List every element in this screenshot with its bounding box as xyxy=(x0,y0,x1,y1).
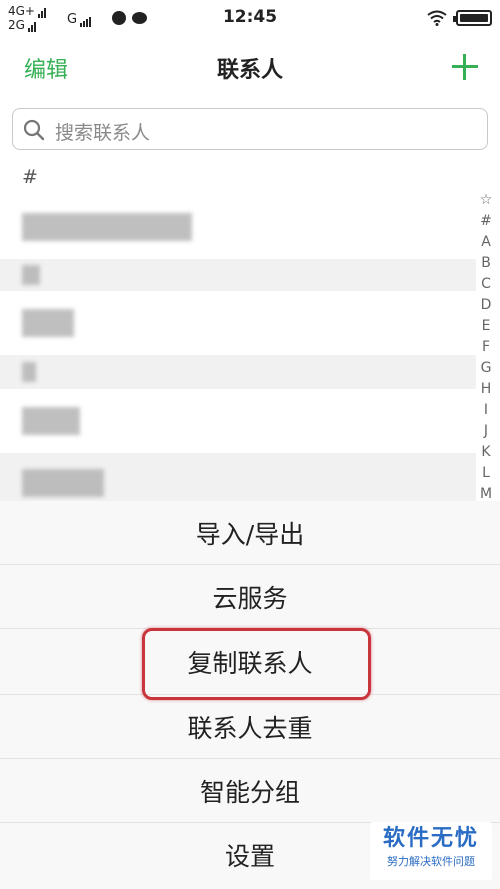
status-bar: 4G+ 2G G 12:45 xyxy=(0,0,500,36)
menu-item-import-export[interactable]: 导入/导出 xyxy=(0,501,500,565)
index-letter[interactable]: G xyxy=(474,358,498,379)
add-contact-button[interactable] xyxy=(450,52,480,82)
watermark-title: 软件无忧 xyxy=(382,826,479,851)
search-placeholder: 搜索联系人 xyxy=(55,122,151,144)
battery-icon xyxy=(453,10,492,26)
index-letter[interactable]: H xyxy=(474,379,498,400)
search-input[interactable]: 搜索联系人 xyxy=(12,108,488,150)
contact-row[interactable] xyxy=(0,195,476,259)
index-letter[interactable]: A xyxy=(474,232,498,253)
contact-row[interactable] xyxy=(0,291,476,355)
contact-row[interactable] xyxy=(0,259,476,291)
app-header: 编辑 联系人 xyxy=(0,36,500,96)
page-title: 联系人 xyxy=(216,58,283,83)
alphabet-index[interactable]: ☆ # A B C D E F G H I J K L M xyxy=(474,190,498,505)
contact-row[interactable] xyxy=(0,453,476,501)
index-letter[interactable]: C xyxy=(474,274,498,295)
index-letter[interactable]: ☆ xyxy=(474,190,498,211)
index-letter[interactable]: B xyxy=(474,253,498,274)
blurred-contact-name xyxy=(22,362,36,382)
search-icon xyxy=(23,119,45,141)
blurred-contact-name xyxy=(22,469,104,497)
menu-item-cloud-service[interactable]: 云服务 xyxy=(0,565,500,629)
menu-item-smart-groups[interactable]: 智能分组 xyxy=(0,759,500,823)
index-letter[interactable]: J xyxy=(474,421,498,442)
section-header: # xyxy=(22,166,38,188)
index-letter[interactable]: L xyxy=(474,463,498,484)
wifi-icon xyxy=(427,10,447,26)
menu-item-dedupe-contacts[interactable]: 联系人去重 xyxy=(0,695,500,759)
index-letter[interactable]: F xyxy=(474,337,498,358)
index-letter[interactable]: E xyxy=(474,316,498,337)
contact-row[interactable] xyxy=(0,355,476,389)
blurred-contact-name xyxy=(22,309,74,337)
index-letter[interactable]: # xyxy=(474,211,498,232)
blurred-contact-name xyxy=(22,265,40,285)
status-time: 12:45 xyxy=(222,7,278,27)
contact-row[interactable] xyxy=(0,389,476,453)
index-letter[interactable]: K xyxy=(474,442,498,463)
blurred-contact-name xyxy=(22,407,80,435)
index-letter[interactable]: I xyxy=(474,400,498,421)
index-letter[interactable]: D xyxy=(474,295,498,316)
blurred-contact-name xyxy=(22,213,192,241)
watermark-subtitle: 努力解决软件问题 xyxy=(387,855,475,868)
highlight-annotation xyxy=(142,628,371,700)
site-watermark: 软件无忧 努力解决软件问题 xyxy=(370,822,492,880)
